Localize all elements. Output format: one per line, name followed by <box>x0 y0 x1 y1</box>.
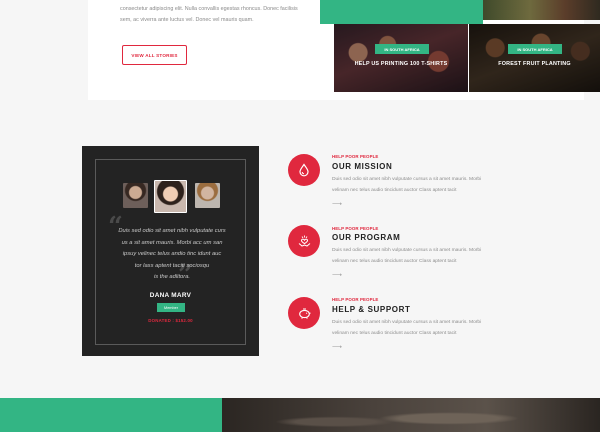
story-location-tag: IN SOUTH AFRICA <box>508 44 562 54</box>
avatar-active[interactable] <box>154 180 187 213</box>
cropped-photo-strip <box>483 0 600 20</box>
feature-title-mission: OUR MISSION <box>332 162 393 171</box>
piggy-bank-icon <box>298 308 311 319</box>
program-icon-circle <box>288 225 320 257</box>
mission-icon-circle <box>288 154 320 186</box>
drop-icon <box>299 163 309 177</box>
arrow-right-icon[interactable]: ⟶ <box>332 201 342 208</box>
testimonial-name: DANA MARV <box>149 292 192 299</box>
bottom-background-photo <box>222 398 600 432</box>
testimonial-role-badge: Member <box>157 303 185 312</box>
avatar[interactable] <box>123 183 148 208</box>
feature-text: Duis sed odio sit amet nibh vulputate cu… <box>332 175 512 196</box>
feature-text-line: Duis sed odio sit amet nibh vulputate cu… <box>332 177 482 182</box>
story-card-image-tshirts[interactable] <box>334 24 468 92</box>
feature-kicker: HELP POOR PEOPLE <box>332 226 379 231</box>
page: consectetur adipiscing elit. Nulla conva… <box>0 0 600 432</box>
bottom-green-panel <box>0 398 222 432</box>
stories-text-line: sem, ac viverra ante luctus vel. Donec v… <box>120 17 254 23</box>
feature-text-line: Duis sed odio sit amet nibh vulputate cu… <box>332 248 482 253</box>
quote-line: us a sit amet mauris. Morbi acc um san <box>121 239 223 246</box>
arrow-right-icon[interactable]: ⟶ <box>332 272 342 279</box>
avatar[interactable] <box>195 183 220 208</box>
feature-kicker: HELP POOR PEOPLE <box>332 297 379 302</box>
story-title-tshirts[interactable]: HELP US PRINTING 100 T-SHIRTS <box>334 61 468 67</box>
stories-description: consectetur adipiscing elit. Nulla conva… <box>120 4 320 26</box>
quote-line: is the adlitora. <box>153 274 191 281</box>
story-location-tag: IN SOUTH AFRICA <box>375 44 429 54</box>
feature-text: Duis sed odio sit amet nibh vulputate cu… <box>332 318 512 339</box>
hands-heart-icon <box>298 235 310 247</box>
green-banner-strip <box>320 0 483 24</box>
quote-line: tor lass aptent taciti sociosqu <box>134 262 210 269</box>
feature-text-line: velinam nec telus audio tincidunt auctor… <box>332 330 457 336</box>
feature-text-line: velinam nec telus audio tincidunt auctor… <box>332 258 457 264</box>
quote-line: ipsuy velinec telus andio tinc idunt auc <box>122 251 222 258</box>
view-all-stories-button[interactable]: VIEW ALL STORIES <box>122 45 187 65</box>
feature-text-line: Duis sed odio sit amet nibh vulputate cu… <box>332 320 482 325</box>
testimonial-quote: Duis sed odio sit amet nibh vulputate cu… <box>110 226 234 284</box>
feature-text-line: velinam nec telus audio tincidunt auctor… <box>332 187 457 193</box>
quote-line: Duis sed odio sit amet nibh vulputate cu… <box>118 228 226 234</box>
feature-title-support: HELP & SUPPORT <box>332 305 411 314</box>
feature-title-program: OUR PROGRAM <box>332 233 401 242</box>
story-card-image-forest[interactable] <box>469 24 600 92</box>
story-title-forest[interactable]: FOREST FRUIT PLANTING <box>469 61 600 67</box>
feature-text: Duis sed odio sit amet nibh vulputate cu… <box>332 246 512 267</box>
stories-text-line: consectetur adipiscing elit. Nulla conva… <box>120 6 298 12</box>
testimonial-donated: DONATED : $152.00 <box>148 318 193 323</box>
arrow-right-icon[interactable]: ⟶ <box>332 344 342 351</box>
feature-kicker: HELP POOR PEOPLE <box>332 154 379 159</box>
support-icon-circle <box>288 297 320 329</box>
